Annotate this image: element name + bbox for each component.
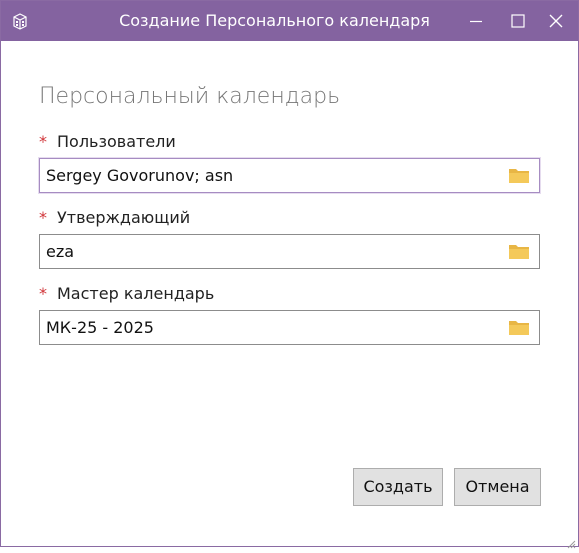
master-calendar-field[interactable] — [39, 310, 540, 345]
folder-icon[interactable] — [508, 319, 530, 336]
users-label-text: Пользователи — [57, 132, 176, 151]
required-marker: * — [39, 208, 47, 227]
resize-grip-icon[interactable] — [566, 534, 576, 549]
title-bar[interactable]: Создание Персонального календаря — [1, 1, 578, 41]
master-calendar-label-text: Мастер календарь — [57, 284, 215, 303]
approver-label: * Утверждающий — [39, 208, 190, 227]
required-marker: * — [39, 284, 47, 303]
close-button[interactable] — [539, 5, 573, 37]
approver-label-text: Утверждающий — [57, 208, 191, 227]
create-button[interactable]: Создать — [353, 468, 443, 506]
close-icon — [549, 14, 563, 28]
master-calendar-input[interactable] — [46, 311, 496, 344]
folder-icon[interactable] — [508, 167, 530, 184]
master-calendar-label: * Мастер календарь — [39, 284, 214, 303]
minimize-icon — [470, 20, 482, 23]
maximize-icon — [511, 14, 525, 28]
approver-input[interactable] — [46, 235, 496, 268]
minimize-button[interactable] — [459, 5, 493, 37]
users-field[interactable] — [39, 158, 540, 193]
approver-field[interactable] — [39, 234, 540, 269]
required-marker: * — [39, 132, 47, 151]
cancel-button[interactable]: Отмена — [454, 468, 541, 506]
users-label: * Пользователи — [39, 132, 176, 151]
users-input[interactable] — [46, 159, 496, 192]
folder-icon[interactable] — [508, 243, 530, 260]
maximize-button[interactable] — [501, 5, 535, 37]
dialog-window: Создание Персонального календаря Персона… — [0, 0, 579, 549]
form-heading: Персональный календарь — [39, 84, 341, 109]
